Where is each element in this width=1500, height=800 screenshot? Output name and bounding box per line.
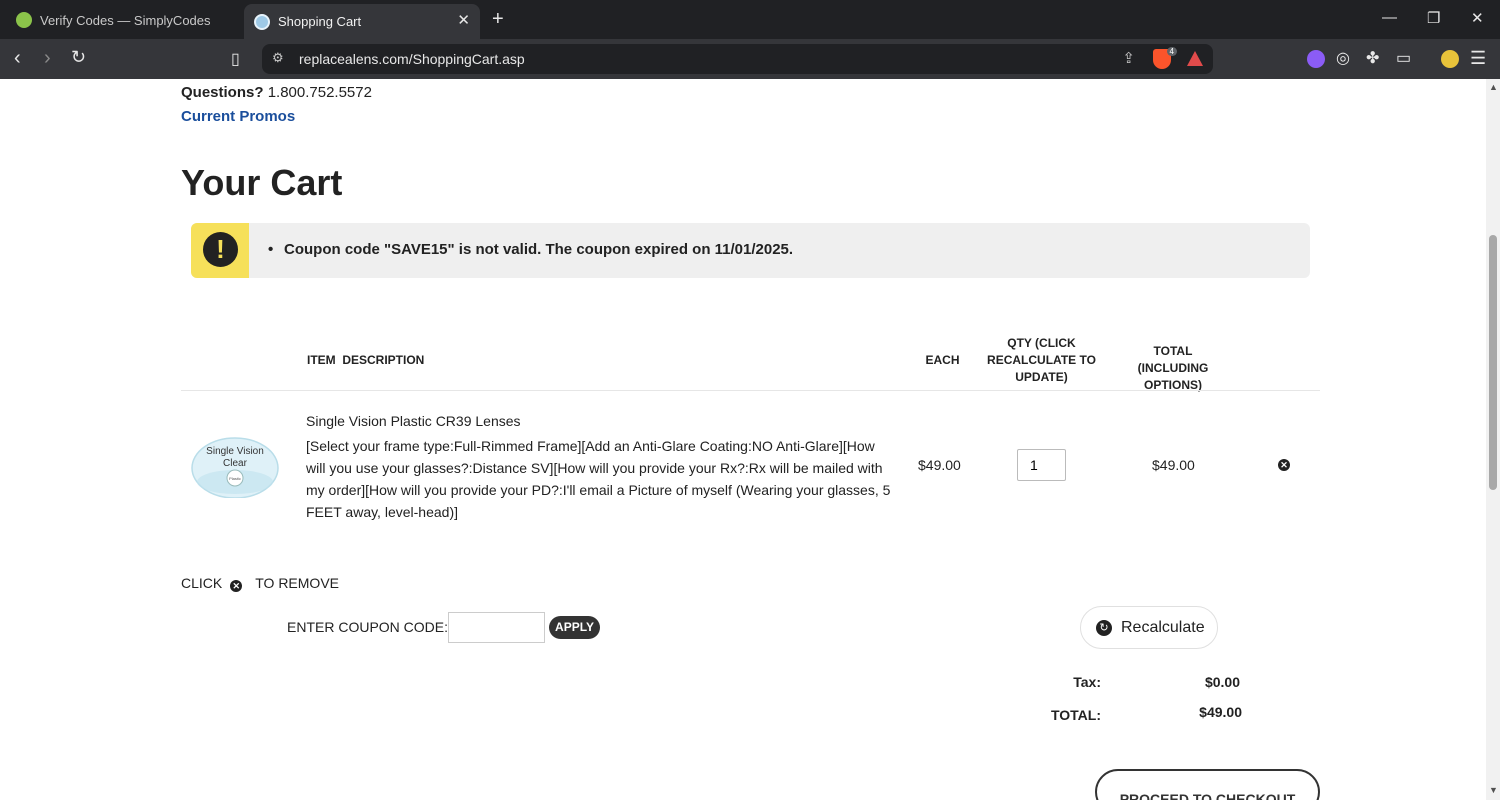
coupon-input[interactable] <box>448 612 545 643</box>
page-scrollbar[interactable]: ▲ ▼ <box>1486 79 1500 800</box>
header-qty: QTY (CLICK RECALCULATE TO UPDATE) <box>987 336 1096 384</box>
forward-icon[interactable]: › <box>44 47 51 70</box>
questions-line: Questions? 1.800.752.5572 <box>181 84 372 101</box>
product-name[interactable]: Single Vision Plastic CR39 Lenses <box>306 413 521 429</box>
url-text[interactable]: replacealens.com/ShoppingCart.asp <box>299 51 525 67</box>
reload-icon[interactable]: ↻ <box>71 47 86 68</box>
restore-icon[interactable]: ❐ <box>1427 9 1440 27</box>
header-each: EACH <box>925 353 960 367</box>
remove-instruction: CLICK ✕ TO REMOVE <box>181 575 339 592</box>
total-value: $49.00 <box>1199 704 1242 720</box>
extensions-puzzle-icon[interactable]: ✤ <box>1366 48 1379 68</box>
recalculate-button[interactable]: ↻ Recalculate <box>1080 606 1218 649</box>
minimize-icon[interactable]: — <box>1382 9 1397 26</box>
scroll-up-icon[interactable]: ▲ <box>1489 82 1498 92</box>
menu-icon[interactable]: ☰ <box>1470 48 1486 69</box>
close-window-icon[interactable]: ✕ <box>1471 9 1484 27</box>
header-item-description: ITEM DESCRIPTION <box>307 353 425 367</box>
recalculate-label: Recalculate <box>1121 619 1205 636</box>
header-total: TOTAL (INCLUDING OPTIONS) <box>1137 344 1209 392</box>
address-bar[interactable]: ⚙ replacealens.com/ShoppingCart.asp ⇪ 4 <box>262 44 1213 74</box>
simplycodes-favicon-icon <box>16 12 32 28</box>
browser-tab-bar: Verify Codes — SimplyCodes Shopping Cart… <box>0 0 1500 39</box>
line-total: $49.00 <box>1152 457 1195 473</box>
refresh-icon: ↻ <box>1096 620 1112 636</box>
bookmark-icon[interactable]: ▯ <box>231 49 240 69</box>
quantity-input[interactable] <box>1017 449 1066 481</box>
close-tab-icon[interactable]: ✕ <box>457 11 470 29</box>
header-divider <box>181 390 1320 391</box>
unit-price: $49.00 <box>918 457 961 473</box>
tax-value: $0.00 <box>1204 674 1240 690</box>
product-image: Single Vision Clear Plastic <box>191 437 279 498</box>
extension-icon[interactable] <box>1307 50 1325 68</box>
page-content: Questions? 1.800.752.5572 Current Promos… <box>0 79 1486 800</box>
apply-coupon-button[interactable]: APPLY <box>549 616 600 639</box>
phone-number[interactable]: 1.800.752.5572 <box>268 84 372 101</box>
tab-title: Verify Codes — SimplyCodes <box>40 12 211 28</box>
page-title: Your Cart <box>181 162 343 203</box>
scrollbar-thumb[interactable] <box>1489 235 1497 490</box>
remove-x-icon: ✕ <box>230 580 243 592</box>
reading-list-icon[interactable]: ▭ <box>1396 48 1411 68</box>
product-options: [Select your frame type:Full-Rimmed Fram… <box>306 438 891 520</box>
remove-instruction-after: TO REMOVE <box>255 575 339 591</box>
product-image-text-2: Clear <box>223 458 248 469</box>
extension-2-icon[interactable]: ◎ <box>1336 48 1350 68</box>
exclamation-icon: ! <box>203 232 238 267</box>
alert-message: Coupon code "SAVE15" is not valid. The c… <box>268 241 793 258</box>
tab-simplycodes[interactable]: Verify Codes — SimplyCodes <box>6 5 238 35</box>
remove-item-icon[interactable]: ✕ <box>1278 459 1290 471</box>
proceed-to-checkout-button[interactable]: PROCEED TO CHECKOUT <box>1095 769 1320 800</box>
product-image-text-3: Plastic <box>229 476 241 481</box>
coupon-label: ENTER COUPON CODE: <box>287 619 449 635</box>
wallet-icon[interactable] <box>1441 50 1459 68</box>
remove-instruction-before: CLICK <box>181 575 223 591</box>
product-image-text-1: Single Vision <box>206 446 264 457</box>
new-tab-icon[interactable]: + <box>492 8 504 31</box>
total-label: TOTAL: <box>1050 707 1101 723</box>
replacealens-favicon-icon <box>254 13 270 30</box>
brave-shields-count: 4 <box>1166 47 1177 56</box>
back-icon[interactable]: ‹ <box>14 47 21 70</box>
share-icon[interactable]: ⇪ <box>1122 49 1135 67</box>
tax-label: Tax: <box>1073 674 1101 690</box>
brave-rewards-icon[interactable] <box>1187 51 1203 66</box>
current-promos-link[interactable]: Current Promos <box>181 108 295 125</box>
scroll-down-icon[interactable]: ▼ <box>1489 785 1498 795</box>
warning-icon-box: ! <box>191 223 249 278</box>
browser-toolbar: ‹ › ↻ ▯ ⚙ replacealens.com/ShoppingCart.… <box>0 39 1500 79</box>
questions-label: Questions? <box>181 84 264 101</box>
coupon-error-alert: ! Coupon code "SAVE15" is not valid. The… <box>191 223 1310 278</box>
tab-title: Shopping Cart <box>278 14 362 29</box>
site-settings-icon[interactable]: ⚙ <box>272 50 284 66</box>
tab-shopping-cart[interactable]: Shopping Cart ✕ <box>244 4 480 39</box>
